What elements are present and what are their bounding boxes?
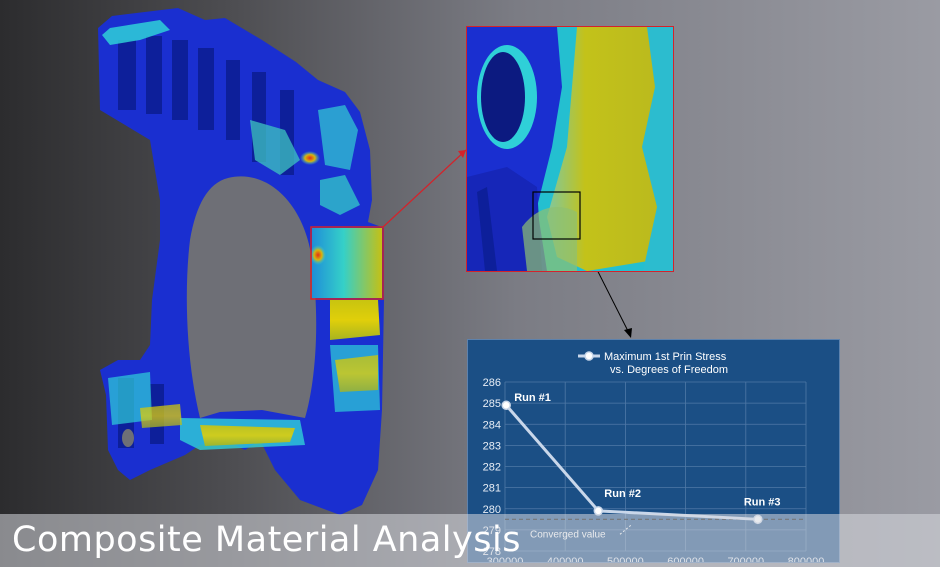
y-tick-label: 284 <box>483 419 501 431</box>
chart-title-line2: vs. Degrees of Freedom <box>610 364 728 376</box>
fea-model <box>98 8 384 515</box>
data-label: Run #3 <box>744 496 781 508</box>
data-label: Run #1 <box>514 392 551 404</box>
y-tick-label: 281 <box>483 483 501 495</box>
zoom-detail-view <box>466 26 674 272</box>
y-tick-label: 282 <box>483 462 501 474</box>
data-label: Run #2 <box>604 488 641 500</box>
page-caption: Composite Material Analysis <box>12 520 521 560</box>
detail-arrowhead <box>624 328 632 338</box>
y-tick-label: 285 <box>483 398 501 410</box>
y-tick-label: 286 <box>483 377 501 389</box>
callout-line <box>382 149 467 228</box>
zoom-detail-image <box>467 27 673 271</box>
chart-title-line1: Maximum 1st Prin Stress <box>604 351 727 363</box>
data-point <box>501 400 511 410</box>
legend-marker <box>584 351 594 361</box>
y-tick-label: 283 <box>483 440 501 452</box>
series-line <box>505 404 758 521</box>
